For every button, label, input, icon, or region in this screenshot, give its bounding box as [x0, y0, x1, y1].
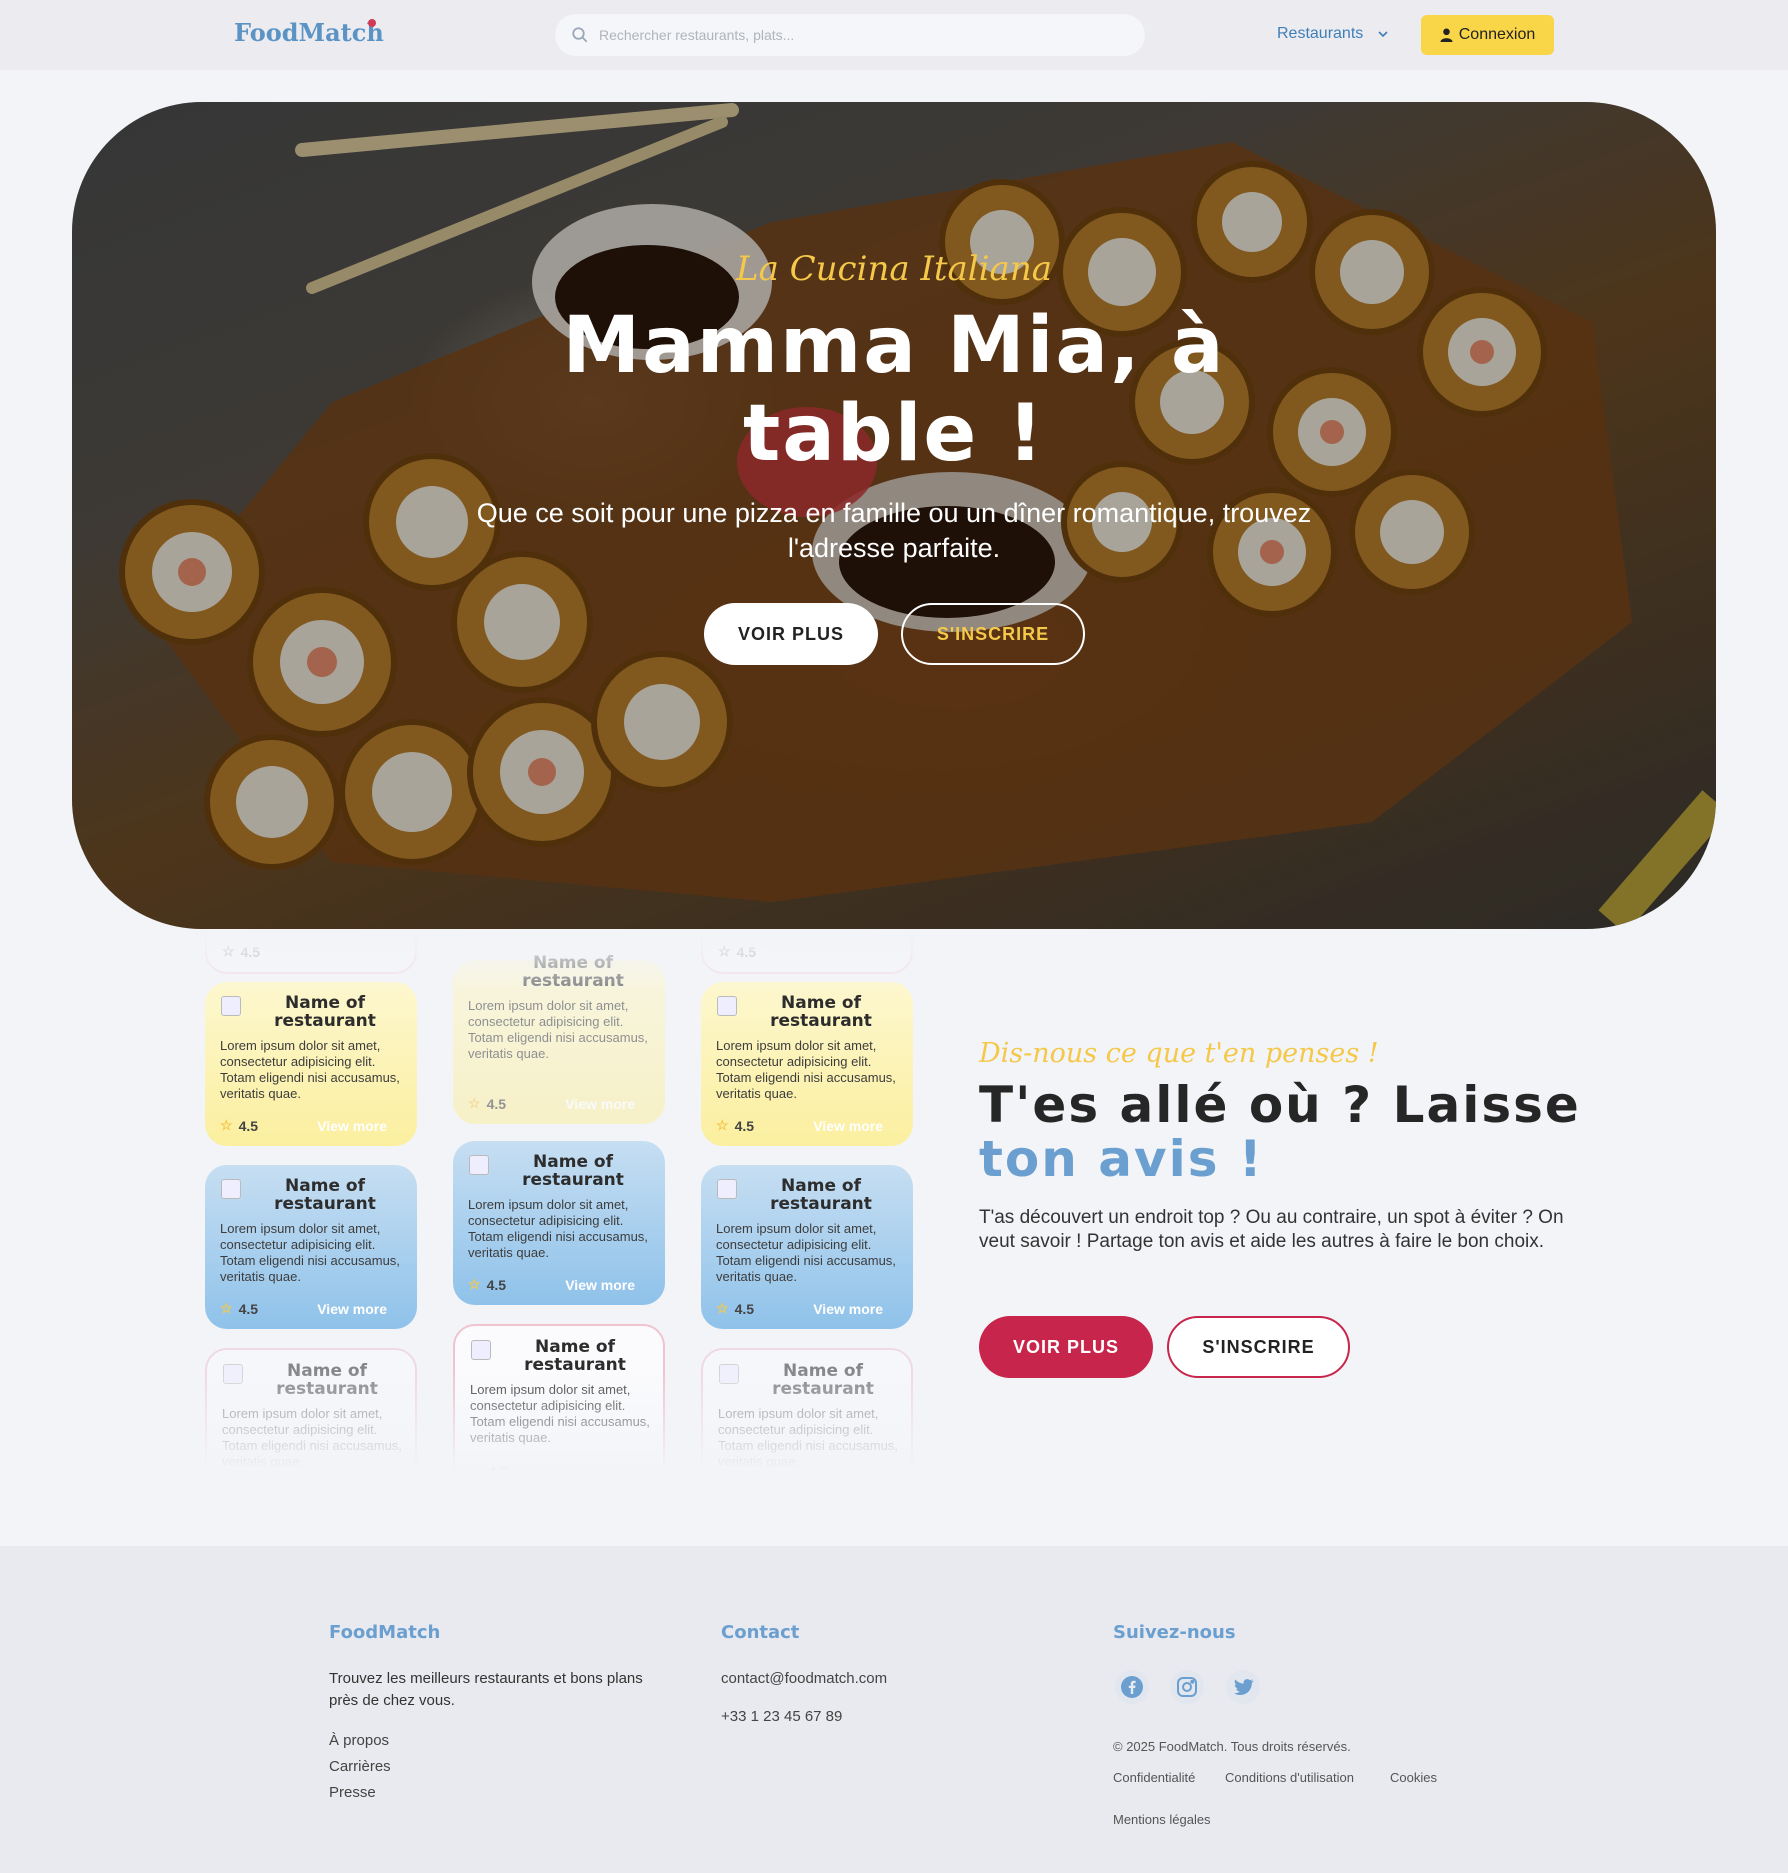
review-kicker: Dis-nous ce que t'en penses ! — [979, 1038, 1379, 1069]
navbar: FoodMatch Restaurants Connexion — [0, 0, 1788, 70]
footer-copyright: © 2025 FoodMatch. Tous droits réservés. — [1113, 1739, 1351, 1754]
star-icon: ☆ — [716, 1300, 729, 1316]
hero-kicker: La Cucina Italiana — [735, 249, 1052, 289]
chevron-down-icon — [1378, 31, 1388, 38]
star-icon: ☆ — [468, 1276, 481, 1292]
facebook-icon[interactable] — [1115, 1670, 1149, 1704]
restaurant-image — [717, 996, 737, 1016]
restaurant-image — [469, 1155, 489, 1175]
card-rating: ☆4.5 — [468, 1095, 507, 1112]
instagram-icon[interactable] — [1170, 1670, 1204, 1704]
twitter-icon[interactable] — [1226, 1670, 1260, 1704]
hero-voir-plus-button[interactable]: VOIR PLUS — [704, 603, 878, 665]
view-more-link[interactable]: View more — [813, 1301, 883, 1317]
restaurant-card[interactable]: Name of restaurant Lorem ipsum dolor sit… — [205, 982, 417, 1146]
login-label: Connexion — [1458, 26, 1536, 43]
restaurant-cards-grid: ☆4.5 Name of restaurant Lorem ipsum dolo… — [190, 930, 930, 1490]
restaurant-description: Lorem ipsum dolor sit amet, consectetur … — [468, 1197, 648, 1260]
footer-link-about[interactable]: À propos — [329, 1732, 389, 1749]
card-rating: ☆4.5 — [468, 1276, 507, 1293]
star-icon: ☆ — [468, 1095, 481, 1111]
view-more-link[interactable]: View more — [317, 1118, 387, 1134]
search-input[interactable] — [599, 14, 1129, 56]
footer-link-cookies[interactable]: Cookies — [1390, 1770, 1437, 1785]
footer-link-privacy[interactable]: Confidentialité — [1113, 1770, 1195, 1785]
restaurants-dropdown[interactable]: Restaurants — [1277, 25, 1388, 43]
restaurant-name: Name of restaurant — [274, 1176, 376, 1214]
review-title-accent: ton avis ! — [979, 1130, 1264, 1188]
card-rating: ☆4.5 — [716, 1117, 755, 1134]
restaurant-image — [221, 1179, 241, 1199]
restaurant-image — [717, 1179, 737, 1199]
restaurant-description: Lorem ipsum dolor sit amet, consectetur … — [220, 1038, 400, 1101]
restaurant-name: Name of restaurant — [770, 1176, 872, 1214]
restaurant-card[interactable]: Name of restaurant Lorem ipsum dolor sit… — [205, 1165, 417, 1329]
review-text: T'as découvert un endroit top ? Ou au co… — [979, 1207, 1564, 1252]
restaurant-description: Lorem ipsum dolor sit amet, consectetur … — [716, 1221, 896, 1284]
restaurant-name: Name of restaurant — [274, 993, 376, 1031]
user-icon — [1440, 28, 1453, 42]
star-icon: ☆ — [220, 1300, 233, 1316]
review-title-main: T'es allé où ? Laisse — [979, 1076, 1581, 1134]
cards-fade-top — [190, 930, 930, 990]
footer-contact-email[interactable]: contact@foodmatch.com — [721, 1670, 887, 1687]
restaurant-image — [471, 1340, 491, 1360]
star-icon: ☆ — [716, 1117, 729, 1133]
footer-social-title: Suivez-nous — [1113, 1622, 1236, 1643]
view-more-link[interactable]: View more — [813, 1118, 883, 1134]
card-rating: ☆4.5 — [716, 1300, 755, 1317]
restaurant-card[interactable]: Name of restaurant Lorem ipsum dolor sit… — [701, 1165, 913, 1329]
view-more-link[interactable]: View more — [565, 1096, 635, 1112]
review-voir-plus-button[interactable]: VOIR PLUS — [979, 1316, 1153, 1378]
footer: FoodMatch Trouvez les meilleurs restaura… — [0, 1546, 1788, 1873]
view-more-link[interactable]: View more — [317, 1301, 387, 1317]
restaurant-name: Name of restaurant — [770, 993, 872, 1031]
footer-link-legal[interactable]: Mentions légales — [1113, 1812, 1211, 1827]
review-title: T'es allé où ? Laisse ton avis ! — [979, 1078, 1599, 1186]
footer-contact-phone[interactable]: +33 1 23 45 67 89 — [721, 1708, 842, 1725]
review-sinscrire-button[interactable]: S'INSCRIRE — [1167, 1316, 1350, 1378]
restaurant-description: Lorem ipsum dolor sit amet, consectetur … — [220, 1221, 400, 1284]
hero-title: Mamma Mia, à table ! — [562, 301, 1226, 479]
hero-banner: La Cucina Italiana Mamma Mia, à table ! … — [72, 102, 1716, 929]
search-bar — [555, 14, 1145, 56]
logo-dot — [368, 19, 376, 27]
restaurant-card[interactable]: Name of restaurant Lorem ipsum dolor sit… — [453, 1141, 665, 1305]
restaurant-name: Name of restaurant — [522, 1152, 624, 1190]
star-icon: ☆ — [220, 1117, 233, 1133]
footer-brand-text: Trouvez les meilleurs restaurants et bon… — [329, 1670, 643, 1709]
footer-link-careers[interactable]: Carrières — [329, 1758, 391, 1775]
restaurant-card[interactable]: Name of restaurant Lorem ipsum dolor sit… — [701, 982, 913, 1146]
footer-contact-title: Contact — [721, 1622, 800, 1643]
footer-brand-title: FoodMatch — [329, 1622, 441, 1643]
footer-link-press[interactable]: Presse — [329, 1784, 376, 1801]
search-icon — [572, 27, 588, 43]
cards-fade-bottom — [190, 1370, 930, 1490]
hero-sinscrire-button[interactable]: S'INSCRIRE — [901, 603, 1085, 665]
card-rating: ☆4.5 — [220, 1117, 259, 1134]
restaurant-description: Lorem ipsum dolor sit amet, consectetur … — [468, 998, 648, 1061]
restaurant-description: Lorem ipsum dolor sit amet, consectetur … — [716, 1038, 896, 1101]
restaurants-dropdown-label: Restaurants — [1277, 25, 1364, 42]
hero-subtitle: Que ce soit pour une pizza en famille ou… — [476, 498, 1312, 563]
login-button[interactable]: Connexion — [1421, 15, 1554, 55]
restaurant-name: Name of restaurant — [524, 1337, 626, 1375]
view-more-link[interactable]: View more — [565, 1277, 635, 1293]
footer-link-terms[interactable]: Conditions d'utilisation — [1225, 1770, 1354, 1785]
logo[interactable]: FoodMatch — [234, 18, 384, 47]
card-rating: ☆4.5 — [220, 1300, 259, 1317]
restaurant-image — [221, 996, 241, 1016]
